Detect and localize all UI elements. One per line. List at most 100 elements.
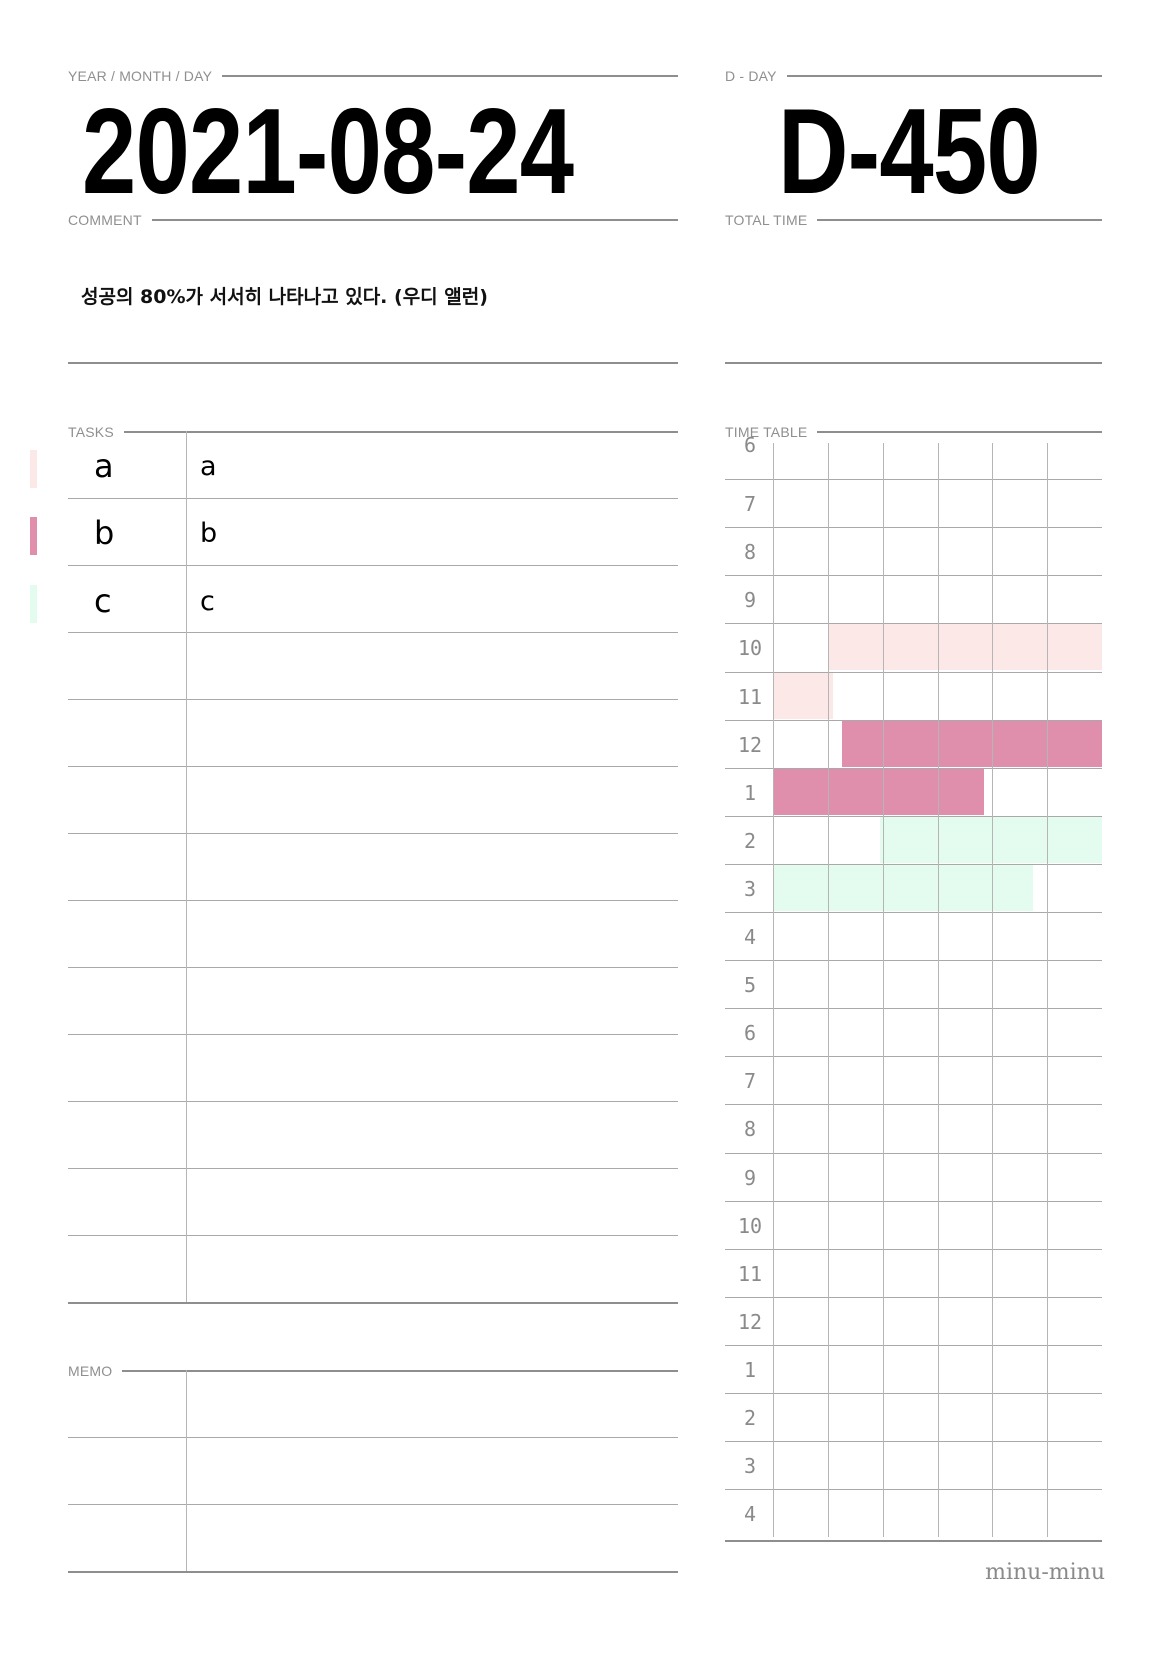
timetable-block-a[interactable] (827, 624, 1102, 671)
memo-top-rule (68, 1370, 678, 1372)
timetable-hour-line (725, 623, 1102, 625)
timetable-hour-label: 8 (743, 1117, 757, 1142)
task-row-line[interactable] (68, 766, 678, 767)
timetable-hour-line (725, 1296, 1102, 1298)
timetable-hour-label: 8 (743, 540, 757, 565)
timetable-hour-line (725, 479, 1102, 481)
memo-column-divider (186, 1370, 187, 1571)
timetable-hour-line (725, 1104, 1102, 1106)
timetable-hour-line (725, 1393, 1102, 1394)
timetable-hour-label: 6 (743, 433, 757, 457)
timetable-slot-line (773, 443, 774, 1538)
timetable-slot-line (1047, 443, 1049, 1538)
task-name[interactable]: c (200, 587, 215, 617)
comment-rule (68, 219, 678, 221)
timetable-hour-label: 7 (743, 492, 757, 517)
timetable-hour-label: 7 (743, 1069, 757, 1094)
timetable-hour-line (725, 671, 1102, 673)
tasks-bottom-rule (68, 1302, 678, 1304)
timetable-hour-line (725, 1152, 1102, 1154)
timetable-hour-label: 11 (737, 1261, 763, 1286)
timetable-block-a[interactable] (773, 672, 834, 719)
timetable-block-b[interactable] (773, 768, 985, 815)
timetable-hour-line (725, 1489, 1102, 1491)
date-value: 2021-08-24 (82, 83, 574, 219)
timetable-slot-line (827, 443, 829, 1538)
timetable-hour-label: 10 (737, 636, 763, 661)
task-a-color-swatch (30, 450, 37, 488)
date-label: YEAR / MONTH / DAY (68, 68, 223, 84)
timetable-hour-line (725, 575, 1102, 577)
timetable-hour-label: 2 (743, 828, 757, 853)
timetable-hour-line (725, 863, 1102, 865)
timetable-hour-label: 1 (743, 1357, 757, 1382)
timetable-hour-label: 9 (743, 1165, 757, 1190)
dday-label: D - DAY (725, 68, 787, 84)
timetable-hour-line (725, 960, 1102, 962)
task-code[interactable]: c (94, 585, 112, 617)
comment-bottom-rule (68, 362, 678, 364)
timetable-hour-label: 3 (743, 876, 757, 901)
timetable-hour-line (725, 1248, 1102, 1250)
tasks-top-rule (68, 431, 678, 433)
timetable-hour-label: 4 (743, 1502, 757, 1527)
dday-value: D-450 (778, 83, 1041, 219)
timetable-hour-label: 2 (743, 1406, 757, 1430)
timetable-hour-label: 4 (743, 925, 757, 949)
timetable-hour-label: 6 (743, 1021, 757, 1046)
total-time-label: TOTAL TIME (725, 212, 818, 228)
timetable-hour-line (725, 815, 1102, 817)
task-c-color-swatch (30, 585, 37, 623)
timetable-hour-line (725, 767, 1102, 769)
memo-line[interactable] (68, 1437, 678, 1438)
timetable-hour-label: 3 (743, 1454, 757, 1479)
task-code[interactable]: b (94, 517, 114, 549)
timetable-hour-label: 9 (743, 588, 757, 613)
task-name[interactable]: b (200, 519, 217, 549)
task-row-line[interactable] (68, 1168, 678, 1169)
task-row-line[interactable] (68, 833, 678, 834)
timetable-bottom-rule (725, 1540, 1102, 1542)
timetable-hour-label: 1 (743, 780, 757, 805)
timetable-hour-label: 12 (737, 732, 763, 757)
tasks-column-divider (186, 431, 187, 1303)
timetable-slot-line (992, 443, 994, 1538)
task-row-line[interactable] (68, 632, 678, 633)
task-row-line[interactable] (68, 900, 678, 901)
brand-mark: minu-minu (985, 1560, 1105, 1585)
timetable-slot-line (882, 443, 884, 1538)
task-code[interactable]: a (94, 450, 114, 482)
task-row-line[interactable] (68, 967, 678, 968)
timetable-hour-label: 5 (743, 973, 757, 998)
task-row-line[interactable] (68, 498, 678, 499)
task-row-line[interactable] (68, 699, 678, 700)
timetable-block-b[interactable] (841, 720, 1102, 767)
task-row-line[interactable] (68, 1034, 678, 1035)
timetable-hour-line (725, 1008, 1102, 1010)
timetable-block-c[interactable] (879, 816, 1102, 863)
timetable-hour-label: 11 (737, 684, 763, 709)
memo-label: MEMO (68, 1363, 123, 1379)
timetable-hour-line (725, 1056, 1102, 1058)
total-time-bottom-rule (725, 362, 1102, 364)
memo-bottom-rule (68, 1571, 678, 1573)
task-row-line[interactable] (68, 1101, 678, 1102)
task-b-color-swatch (30, 517, 37, 555)
comment-text: 성공의 80%가 서서히 나타나고 있다. (우디 앨런) (81, 286, 488, 308)
comment-label: COMMENT (68, 212, 152, 228)
timetable-slot-line (937, 443, 939, 1538)
timetable-hour-label: 12 (737, 1309, 763, 1334)
timetable-hour-line (725, 1344, 1102, 1346)
timetable-hour-line (725, 912, 1102, 913)
task-name[interactable]: a (200, 452, 217, 482)
timetable-block-c[interactable] (773, 864, 1034, 911)
timetable-hour-label: 10 (737, 1213, 763, 1238)
task-row-line[interactable] (68, 565, 678, 566)
tasks-label: TASKS (68, 424, 124, 440)
timetable-hour-line (725, 1441, 1102, 1443)
timetable-hour-line (725, 719, 1102, 721)
memo-line[interactable] (68, 1504, 678, 1505)
timetable-hour-line (725, 1200, 1102, 1202)
task-row-line[interactable] (68, 1235, 678, 1236)
timetable-hour-line (725, 527, 1102, 529)
